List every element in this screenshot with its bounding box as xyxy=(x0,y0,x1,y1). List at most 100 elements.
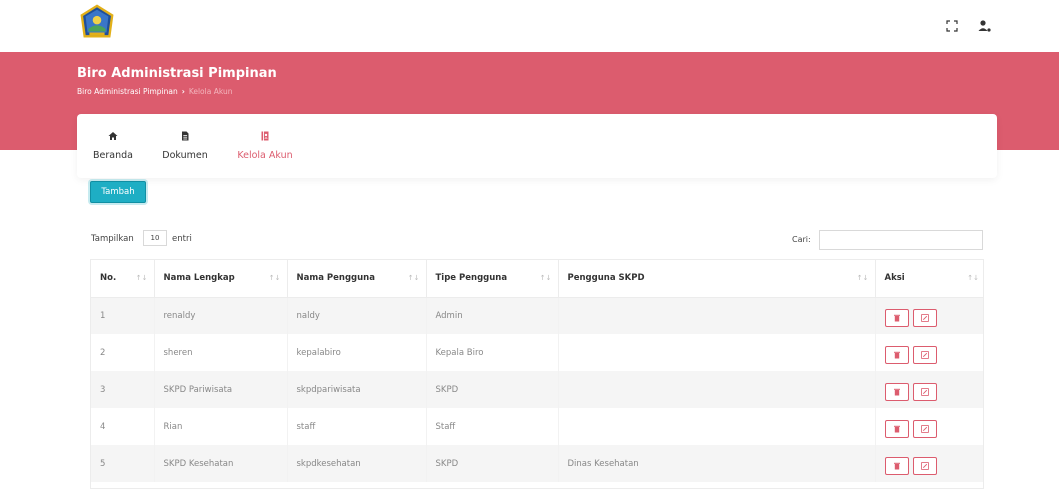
delete-icon xyxy=(893,462,900,469)
cell-actions xyxy=(875,297,983,334)
cell-no: 1 xyxy=(91,297,155,334)
cell-nama-lengkap: renaldy xyxy=(154,297,288,334)
page-title: Biro Administrasi Pimpinan xyxy=(77,66,277,81)
cell-tipe-pengguna: Admin xyxy=(426,297,559,334)
table-header-row: No. ↑↓ Nama Lengkap ↑↓ Nama Pengguna ↑↓ Tip… xyxy=(91,260,983,298)
account-book-icon xyxy=(261,131,269,141)
home-icon xyxy=(108,132,118,140)
column-header-label: Aksi xyxy=(884,273,905,284)
delete-icon xyxy=(893,388,900,395)
search-input[interactable] xyxy=(819,230,983,250)
edit-button[interactable] xyxy=(912,419,937,438)
cell-nama-pengguna: naldy xyxy=(287,297,427,334)
cell-nama-lengkap: Rian xyxy=(154,408,288,445)
delete-button[interactable] xyxy=(884,456,909,475)
delete-icon xyxy=(893,351,900,358)
column-header-pengguna-skpd[interactable]: Pengguna SKPD ↑↓ xyxy=(558,260,876,298)
cell-nama-pengguna: staff xyxy=(287,408,427,445)
sort-icon: ↑↓ xyxy=(856,274,869,282)
cell-actions xyxy=(875,408,983,445)
cell-no: 4 xyxy=(91,408,155,445)
edit-button[interactable] xyxy=(912,456,937,475)
cell-actions xyxy=(875,334,983,371)
table-row: 1 renaldy naldy Admin xyxy=(91,297,983,334)
table-row: 3 SKPD Pariwisata skpdpariwisata SKPD xyxy=(91,371,983,408)
sort-icon: ↑↓ xyxy=(135,274,148,282)
document-icon xyxy=(182,131,189,141)
column-header-label: No. xyxy=(100,273,117,284)
cell-nama-lengkap: sheren xyxy=(154,334,288,371)
edit-icon xyxy=(920,461,929,470)
tab-kelola-akun[interactable]: Kelola Akun xyxy=(227,114,303,178)
cell-tipe-pengguna: SKPD xyxy=(426,445,559,482)
delete-icon xyxy=(893,425,900,432)
sort-icon: ↑↓ xyxy=(967,274,979,282)
breadcrumb: Biro Administrasi Pimpinan › Kelola Akun xyxy=(77,87,232,96)
delete-button[interactable] xyxy=(884,345,909,364)
accounts-table: No. ↑↓ Nama Lengkap ↑↓ Nama Pengguna ↑↓ Tip… xyxy=(90,259,984,489)
column-header-tipe-pengguna[interactable]: Tipe Pengguna ↑↓ xyxy=(426,260,559,298)
tab-kelola-akun-label: Kelola Akun xyxy=(237,150,293,161)
cell-pengguna-skpd xyxy=(558,334,876,371)
cell-pengguna-skpd xyxy=(558,408,876,445)
edit-button[interactable] xyxy=(912,345,937,364)
edit-button[interactable] xyxy=(912,308,937,327)
cell-nama-pengguna: kepalabiro xyxy=(287,334,427,371)
cell-tipe-pengguna: Staff xyxy=(426,408,559,445)
add-account-button[interactable]: Tambah xyxy=(90,181,146,203)
column-header-label: Pengguna SKPD xyxy=(567,273,645,284)
column-header-no[interactable]: No. ↑↓ xyxy=(91,260,155,298)
cell-actions xyxy=(875,445,983,482)
cell-no: 2 xyxy=(91,334,155,371)
cell-nama-pengguna: skpdkesehatan xyxy=(287,445,427,482)
breadcrumb-root[interactable]: Biro Administrasi Pimpinan xyxy=(77,87,178,96)
table-row: 4 Rian staff Staff xyxy=(91,408,983,445)
edit-button[interactable] xyxy=(912,382,937,401)
user-menu-icon[interactable] xyxy=(976,18,992,34)
entries-per-page-select[interactable]: 10 xyxy=(143,230,167,246)
tab-beranda[interactable]: Beranda xyxy=(87,114,139,178)
delete-button[interactable] xyxy=(884,382,909,401)
cell-no: 5 xyxy=(91,445,155,482)
sort-icon: ↑↓ xyxy=(268,274,281,282)
delete-icon xyxy=(893,314,900,322)
column-header-nama-pengguna[interactable]: Nama Pengguna ↑↓ xyxy=(287,260,427,298)
length-prefix-label: Tampilkan xyxy=(91,234,134,244)
breadcrumb-current: Kelola Akun xyxy=(188,87,233,96)
cell-pengguna-skpd xyxy=(558,371,876,408)
cell-nama-pengguna: skpdpariwisata xyxy=(287,371,427,408)
cell-actions xyxy=(875,371,983,408)
edit-icon xyxy=(920,387,929,396)
cell-tipe-pengguna: Kepala Biro xyxy=(426,334,559,371)
province-logo[interactable] xyxy=(78,4,116,42)
fullscreen-icon[interactable] xyxy=(944,18,960,34)
cell-nama-lengkap: SKPD Pariwisata xyxy=(154,371,288,408)
cell-pengguna-skpd xyxy=(558,297,876,334)
top-bar xyxy=(0,0,1059,52)
cell-no: 3 xyxy=(91,371,155,408)
edit-icon xyxy=(920,313,929,322)
sort-icon: ↑↓ xyxy=(539,274,552,282)
cell-tipe-pengguna: SKPD xyxy=(426,371,559,408)
column-header-nama-lengkap[interactable]: Nama Lengkap ↑↓ xyxy=(154,260,288,298)
nav-tabs: Beranda Dokumen Kelola Akun xyxy=(77,114,997,178)
column-header-label: Nama Pengguna xyxy=(296,273,375,284)
tab-dokumen[interactable]: Dokumen xyxy=(155,114,215,178)
cell-pengguna-skpd: Dinas Kesehatan xyxy=(558,445,876,482)
tab-beranda-label: Beranda xyxy=(93,150,133,161)
edit-icon xyxy=(920,424,929,433)
cell-nama-lengkap: SKPD Kesehatan xyxy=(154,445,288,482)
edit-icon xyxy=(920,350,929,359)
sort-icon: ↑↓ xyxy=(407,274,420,282)
table-row: 5 SKPD Kesehatan skpdkesehatan SKPD Dina… xyxy=(91,445,983,482)
breadcrumb-separator-icon: › xyxy=(181,87,185,96)
column-header-aksi[interactable]: Aksi ↑↓ xyxy=(875,260,983,298)
column-header-label: Tipe Pengguna xyxy=(435,273,508,284)
delete-button[interactable] xyxy=(884,419,909,438)
delete-button[interactable] xyxy=(884,308,909,327)
table-row: 2 sheren kepalabiro Kepala Biro xyxy=(91,334,983,371)
tab-dokumen-label: Dokumen xyxy=(162,150,208,161)
search-label: Cari: xyxy=(792,235,811,244)
length-suffix-label: entri xyxy=(172,234,192,244)
column-header-label: Nama Lengkap xyxy=(163,273,235,284)
